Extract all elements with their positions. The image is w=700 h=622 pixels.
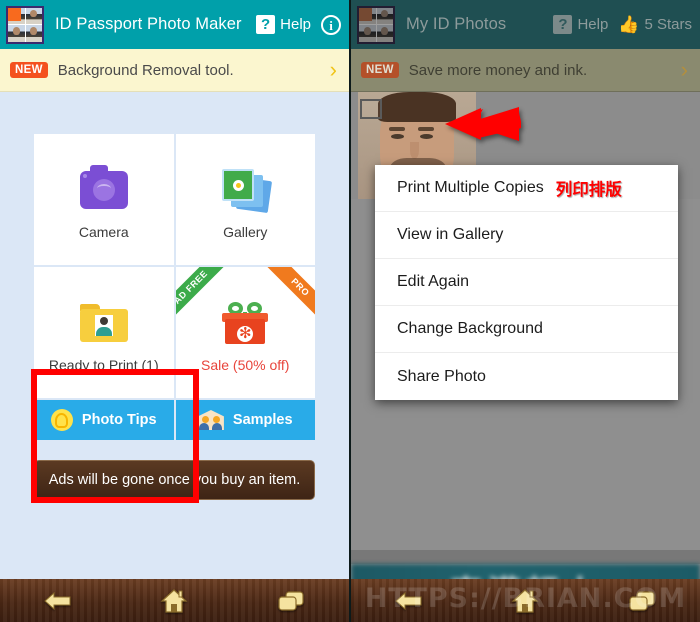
gallery-icon bbox=[220, 159, 273, 221]
tile-label: Camera bbox=[78, 224, 129, 240]
page-title: ID Passport Photo Maker bbox=[55, 15, 242, 33]
menu-item-change-background[interactable]: Change Background bbox=[375, 306, 678, 353]
new-badge: NEW bbox=[361, 62, 399, 78]
button-label: Samples bbox=[232, 412, 293, 428]
recents-icon[interactable] bbox=[619, 586, 665, 616]
menu-item-view-in-gallery[interactable]: View in Gallery bbox=[375, 212, 678, 259]
photo-select-checkbox[interactable] bbox=[360, 99, 382, 119]
ad-separator-strip bbox=[351, 550, 700, 564]
tile-label: Ready to Print (1) bbox=[48, 357, 159, 373]
new-badge: NEW bbox=[10, 62, 48, 78]
menu-item-share-photo[interactable]: Share Photo bbox=[375, 353, 678, 400]
action-tile-grid: Camera Gallery Ready to Print (1) AD FRE… bbox=[34, 134, 315, 398]
passport-photo-grid-icon bbox=[6, 5, 44, 44]
right-content-area: Print Multiple Copies 列印排版 View in Galle… bbox=[351, 92, 700, 622]
left-promo-banner[interactable]: NEW Background Removal tool. › bbox=[0, 49, 349, 92]
rate-stars-button[interactable]: 👍 5 Stars bbox=[618, 15, 692, 35]
chevron-right-icon: › bbox=[329, 57, 337, 82]
recents-icon[interactable] bbox=[268, 586, 314, 616]
menu-item-label: Share Photo bbox=[397, 367, 486, 385]
question-mark-icon: ? bbox=[256, 15, 276, 34]
menu-item-edit-again[interactable]: Edit Again bbox=[375, 259, 678, 306]
info-icon: i bbox=[321, 14, 341, 35]
menu-item-label: Edit Again bbox=[397, 273, 470, 290]
stars-label: 5 Stars bbox=[644, 16, 692, 33]
menu-item-label: Change Background bbox=[397, 320, 543, 337]
gift-icon: ✻ bbox=[222, 292, 269, 354]
left-content-area: Camera Gallery Ready to Print (1) AD FRE… bbox=[0, 92, 349, 622]
help-label: Help bbox=[280, 16, 311, 33]
camera-icon bbox=[79, 159, 128, 221]
question-mark-icon: ? bbox=[553, 15, 573, 34]
menu-item-label: Print Multiple Copies bbox=[397, 179, 544, 196]
tile-gallery[interactable]: Gallery bbox=[175, 134, 315, 265]
right-screen-panel: My ID Photos ? Help 👍 5 Stars NEW Save m… bbox=[351, 0, 700, 622]
tile-ready-to-print[interactable]: Ready to Print (1) bbox=[34, 267, 174, 398]
info-button[interactable]: i bbox=[321, 14, 341, 35]
annotation-arrow-icon bbox=[445, 107, 521, 141]
panel-divider bbox=[349, 0, 351, 622]
left-app-bar: ID Passport Photo Maker ? Help i bbox=[0, 0, 349, 49]
ad-notice-toast: Ads will be gone once you buy an item. bbox=[34, 460, 315, 500]
right-promo-banner[interactable]: NEW Save more money and ink. › bbox=[351, 49, 700, 92]
annotation-text-chinese: 列印排版 bbox=[555, 181, 622, 199]
tile-label: Gallery bbox=[223, 224, 268, 240]
thumbs-up-icon: 👍 bbox=[618, 14, 640, 34]
pro-ribbon: PRO bbox=[261, 267, 315, 321]
people-icon bbox=[197, 410, 224, 430]
tile-label: Sale (50% off) bbox=[201, 357, 290, 373]
photo-tips-button[interactable]: Photo Tips bbox=[34, 400, 174, 440]
samples-button[interactable]: Samples bbox=[175, 400, 315, 440]
screenshot-root: ID Passport Photo Maker ? Help i NEW Bac… bbox=[0, 0, 700, 622]
back-arrow-icon[interactable] bbox=[35, 586, 81, 616]
home-icon[interactable] bbox=[151, 586, 197, 616]
menu-item-print-multiple-copies[interactable]: Print Multiple Copies 列印排版 bbox=[375, 165, 678, 212]
tile-sale[interactable]: AD FREE PRO ✻ Sale (50% off) bbox=[175, 267, 315, 398]
right-system-navbar: HTTPS://BRIAN.COM bbox=[351, 579, 700, 622]
promo-text: Save more money and ink. bbox=[408, 61, 588, 79]
page-title: My ID Photos bbox=[406, 15, 507, 33]
left-screen-panel: ID Passport Photo Maker ? Help i NEW Bac… bbox=[0, 0, 349, 622]
back-arrow-icon[interactable] bbox=[386, 586, 432, 616]
help-button[interactable]: ? Help bbox=[553, 15, 608, 34]
folder-photo-icon bbox=[79, 292, 128, 354]
photo-context-menu: Print Multiple Copies 列印排版 View in Galle… bbox=[375, 165, 678, 400]
left-system-navbar bbox=[0, 579, 349, 622]
passport-photo-grid-icon bbox=[357, 5, 395, 44]
chevron-right-icon: › bbox=[680, 57, 688, 82]
menu-item-label: View in Gallery bbox=[397, 226, 504, 243]
tile-camera[interactable]: Camera bbox=[34, 134, 174, 265]
help-label: Help bbox=[577, 16, 609, 33]
home-icon[interactable] bbox=[502, 586, 548, 616]
lightbulb-icon bbox=[50, 409, 73, 431]
promo-text: Background Removal tool. bbox=[57, 61, 234, 79]
right-app-bar: My ID Photos ? Help 👍 5 Stars bbox=[351, 0, 700, 49]
button-label: Photo Tips bbox=[81, 412, 157, 428]
help-button[interactable]: ? Help bbox=[256, 15, 311, 34]
secondary-button-bar: Photo Tips Samples bbox=[34, 400, 315, 440]
